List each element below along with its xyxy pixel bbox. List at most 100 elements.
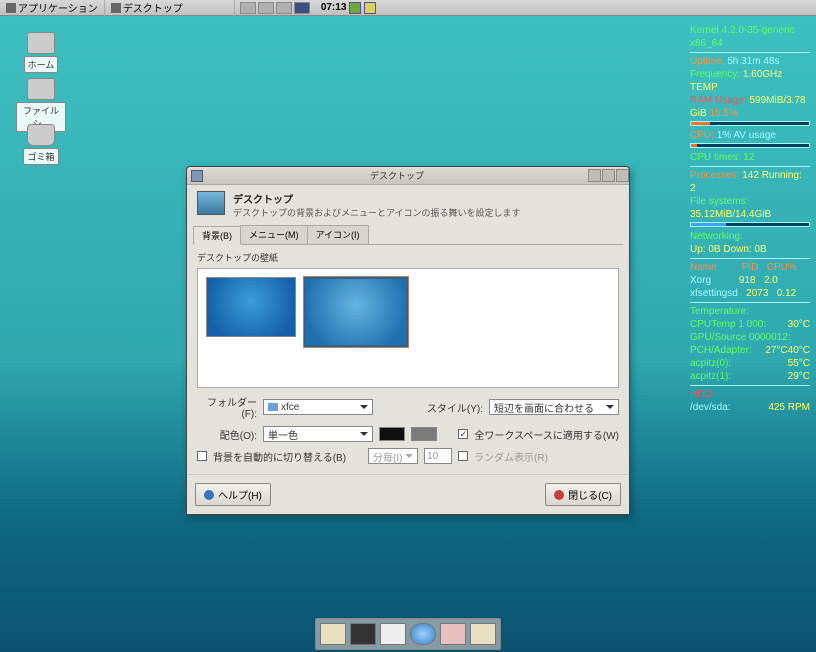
help-button[interactable]: ヘルプ(H) <box>195 483 271 506</box>
top-panel: アプリケーション デスクトップ 07:13 <box>0 0 816 16</box>
color-label: 配色(O): <box>197 427 257 442</box>
apply-all-label: 全ワークスペースに適用する(W) <box>474 427 619 442</box>
folder-icon <box>268 403 278 411</box>
conky-cpu-l: CPU: <box>690 130 714 141</box>
auto-change-label: 背景を自動的に切り替える(B) <box>213 449 346 464</box>
interval-spinbox: 10 <box>424 448 452 464</box>
titlebar[interactable]: デスクトップ <box>187 167 629 185</box>
workspace-3[interactable] <box>276 2 292 14</box>
folder-label: フォルダー(F): <box>197 394 257 420</box>
conky-ram-p: 15.5% <box>709 108 737 119</box>
conky-cputimes: CPU times: 12 <box>690 151 810 164</box>
dock-web-browser[interactable] <box>410 623 436 645</box>
dialog-header: デスクトップ デスクトップの背景およびメニューとアイコンの振る舞いを設定します <box>187 185 629 225</box>
style-value: 短辺を画面に合わせる <box>494 400 594 415</box>
trash-label: ゴミ箱 <box>23 148 58 165</box>
tab-background[interactable]: 背景(B) <box>193 226 241 245</box>
style-label: スタイル(Y): <box>427 400 483 415</box>
style-select[interactable]: 短辺を画面に合わせる <box>489 399 619 415</box>
color-swatch-1[interactable] <box>379 427 405 441</box>
titlebar-icon <box>191 170 203 182</box>
auto-change-checkbox[interactable] <box>197 451 207 461</box>
trash-icon <box>27 124 55 146</box>
random-checkbox <box>458 451 468 461</box>
help-icon <box>204 490 214 500</box>
apply-all-checkbox[interactable] <box>458 429 468 439</box>
close-button[interactable]: 閉じる(C) <box>545 483 621 506</box>
conky-hdd: /dev/sda: 425 RPM <box>690 401 810 414</box>
workspace-1[interactable] <box>240 2 256 14</box>
conky-t1: CPUTemp 1 000: 30°C <box>690 318 810 331</box>
header-subtitle: デスクトップの背景およびメニューとアイコンの振る舞いを設定します <box>233 206 521 219</box>
window-label: デスクトップ <box>123 0 183 15</box>
conky-net-l: Networking: <box>690 230 810 243</box>
button-bar: ヘルプ(H) 閉じる(C) <box>187 474 629 514</box>
dock <box>315 618 501 650</box>
tabs: 背景(B) メニュー(M) アイコン(I) <box>193 225 623 245</box>
desktop-icon-home[interactable]: ホーム <box>16 32 66 73</box>
interval-value: 10 <box>427 451 438 462</box>
menu-icon <box>6 3 16 13</box>
folder-value: xfce <box>281 402 299 413</box>
help-label: ヘルプ(H) <box>218 487 262 502</box>
conky-cpu-bar <box>690 143 810 148</box>
conky-fs-bar <box>690 222 810 227</box>
conky-t4: acpitz(0): 55°C <box>690 357 810 370</box>
conky-net-up: Up: 0B Down: 0B <box>690 243 810 256</box>
wallpaper-thumb-2-selected[interactable] <box>304 277 408 347</box>
workspace-4[interactable] <box>294 2 310 14</box>
conky-cpu-v: 1% AV usage <box>717 130 776 141</box>
dock-file-manager[interactable] <box>320 623 346 645</box>
tray-icon-2[interactable] <box>364 2 376 14</box>
workspace-switcher <box>239 2 311 14</box>
conky-hdd-l: HDD <box>690 388 810 401</box>
workspace-2[interactable] <box>258 2 274 14</box>
dock-settings[interactable] <box>440 623 466 645</box>
section-label: デスクトップの壁紙 <box>197 251 619 264</box>
desktop-settings-dialog: デスクトップ デスクトップ デスクトップの背景およびメニューとアイコンの振る舞い… <box>186 166 630 515</box>
maximize-button[interactable] <box>602 169 615 182</box>
wallpaper-list[interactable] <box>197 268 619 388</box>
minimize-button[interactable] <box>588 169 601 182</box>
applications-menu[interactable]: アプリケーション <box>0 0 105 16</box>
chevron-down-icon <box>606 405 614 409</box>
chevron-down-icon <box>405 454 413 458</box>
tab-content: デスクトップの壁紙 フォルダー(F): xfce スタイル(Y): 短辺を画面に… <box>187 245 629 468</box>
conky-p1: Xorg 918 2.0 <box>690 274 810 287</box>
close-icon <box>554 490 564 500</box>
conky-ram-l: RAM Usage: <box>690 95 747 106</box>
drive-icon <box>27 78 55 100</box>
dock-folder[interactable] <box>470 623 496 645</box>
titlebar-title: デスクトップ <box>207 169 587 182</box>
random-label: ランダム表示(R) <box>474 449 548 464</box>
tab-menu[interactable]: メニュー(M) <box>240 225 308 244</box>
window-button-active[interactable]: デスクトップ <box>105 0 235 16</box>
close-window-button[interactable] <box>616 169 629 182</box>
close-label: 閉じる(C) <box>568 487 612 502</box>
interval-unit: 分毎(I) <box>373 449 402 464</box>
system-monitor: Kernel 4.2.0-35-generic x86_64 Uptime: 5… <box>690 24 810 414</box>
tray-icon-1[interactable] <box>349 2 361 14</box>
folder-select[interactable]: xfce <box>263 399 373 415</box>
home-label: ホーム <box>24 56 59 73</box>
dock-terminal[interactable] <box>350 623 376 645</box>
color-swatch-2[interactable] <box>411 427 437 441</box>
home-icon <box>27 32 55 54</box>
dock-printer[interactable] <box>380 623 406 645</box>
conky-kernel: Kernel 4.2.0-35-generic x86_64 <box>690 24 810 50</box>
color-mode-select[interactable]: 単一色 <box>263 426 373 442</box>
header-title: デスクトップ <box>233 191 521 206</box>
wallpaper-thumb-1[interactable] <box>206 277 296 337</box>
conky-freq-l: Frequency: <box>690 69 740 80</box>
clock: 07:13 <box>321 2 347 13</box>
color-mode-value: 単一色 <box>268 427 298 442</box>
conky-ram-bar <box>690 121 810 126</box>
conky-proc-l: Processes: <box>690 170 739 181</box>
conky-uptime-l: Uptime: <box>690 56 724 67</box>
desktop-header-icon <box>197 191 225 215</box>
conky-t5: acpitz(1): 29°C <box>690 370 810 383</box>
desktop-icon-trash[interactable]: ゴミ箱 <box>16 124 66 165</box>
tab-icon[interactable]: アイコン(I) <box>307 225 369 244</box>
conky-fs-l: File systems: <box>690 195 810 208</box>
conky-fs-root: 35.12MiB/14.4GiB <box>690 208 810 221</box>
